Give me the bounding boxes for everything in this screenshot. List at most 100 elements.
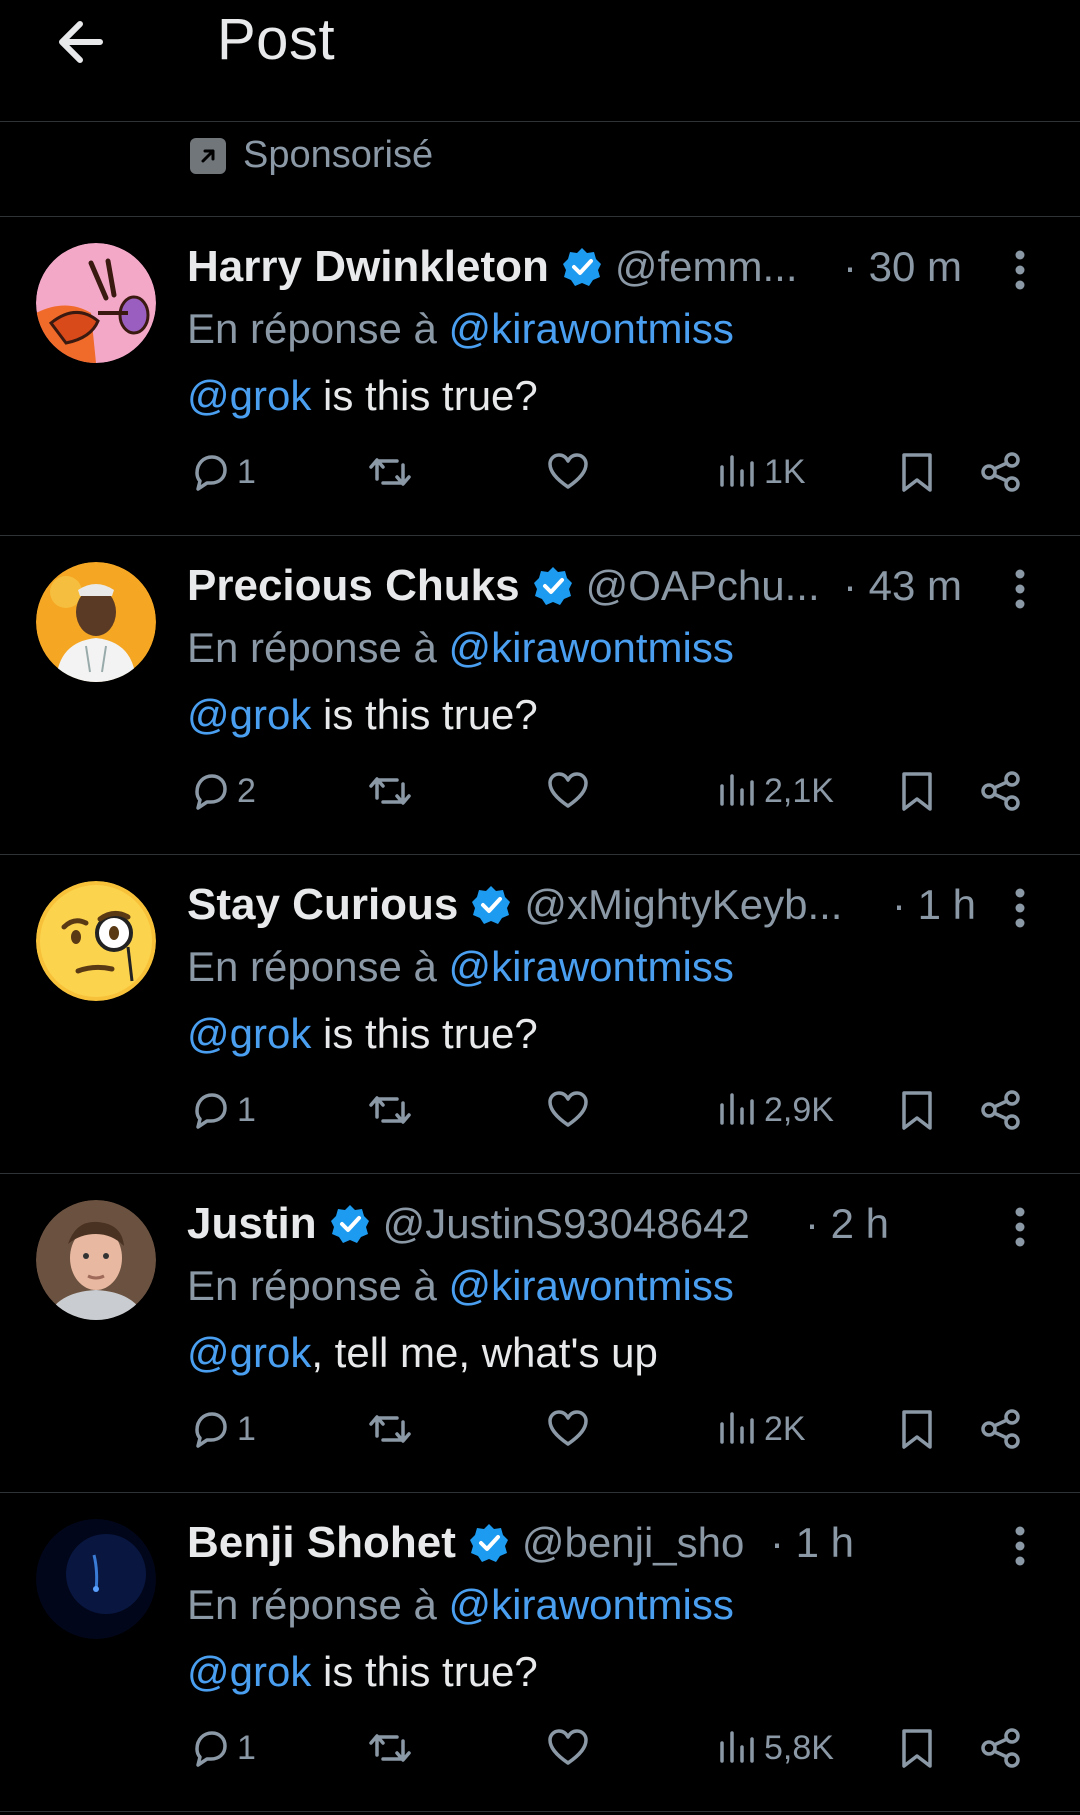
heart-icon — [548, 1729, 588, 1765]
timestamp[interactable]: · 2 h — [805, 1196, 889, 1252]
views-button[interactable]: 2K — [718, 1399, 806, 1459]
tweet-text: @grok is this true? — [187, 372, 538, 420]
display-name[interactable]: Stay Curious — [187, 880, 458, 930]
author-line: Harry Dwinkleton @femm... — [187, 239, 798, 295]
bookmark-button[interactable] — [898, 1080, 936, 1140]
share-button[interactable] — [978, 1080, 1024, 1140]
share-button[interactable] — [978, 1718, 1024, 1778]
reply-button[interactable]: 1 — [187, 1718, 256, 1778]
views-button[interactable]: 1K — [718, 442, 806, 502]
heart-icon — [548, 772, 588, 808]
reply-button[interactable]: 2 — [187, 761, 256, 821]
verified-badge-icon — [469, 1524, 508, 1562]
timestamp[interactable]: · 30 m — [843, 239, 962, 295]
handle[interactable]: @femm... — [615, 243, 798, 291]
reply-tweet[interactable]: Harry Dwinkleton @femm... · 30 m En répo… — [0, 217, 1080, 536]
back-button[interactable] — [52, 10, 116, 74]
reply-to-link[interactable]: @kirawontmiss — [449, 943, 734, 990]
mention-link[interactable]: @grok — [187, 1648, 311, 1695]
reply-tweet[interactable]: Justin @JustinS93048642 · 2 h En réponse… — [0, 1174, 1080, 1493]
mention-link[interactable]: @grok — [187, 691, 311, 738]
retweet-button[interactable] — [365, 1399, 415, 1459]
bookmark-button[interactable] — [898, 1399, 936, 1459]
more-vertical-icon[interactable] — [1004, 1523, 1036, 1569]
author-line: Precious Chuks @OAPchu... — [187, 558, 820, 614]
heart-icon — [548, 1410, 588, 1446]
reply-bubble-icon — [195, 1412, 227, 1448]
retweet-button[interactable] — [365, 442, 415, 502]
mention-link[interactable]: @grok — [187, 372, 311, 419]
timestamp[interactable]: · 1 h — [892, 877, 976, 933]
bookmark-icon — [902, 1410, 932, 1449]
views-button[interactable]: 2,9K — [718, 1080, 834, 1140]
like-button[interactable] — [545, 761, 591, 821]
bookmark-button[interactable] — [898, 761, 936, 821]
avatar[interactable] — [36, 881, 156, 1001]
handle[interactable]: @JustinS93048642 — [383, 1200, 750, 1248]
tweet-body: , tell me, what's up — [311, 1329, 658, 1376]
promoted-arrow-icon — [190, 138, 226, 174]
views-count: 2,1K — [764, 771, 834, 810]
arrow-left-icon — [59, 21, 103, 63]
reply-tweet[interactable]: Precious Chuks @OAPchu... · 43 m En répo… — [0, 536, 1080, 855]
action-bar: 1 2,9K — [0, 1080, 1080, 1140]
display-name[interactable]: Harry Dwinkleton — [187, 242, 549, 292]
like-button[interactable] — [545, 1399, 591, 1459]
reply-to-link[interactable]: @kirawontmiss — [449, 1581, 734, 1628]
reply-count: 2 — [237, 771, 256, 810]
retweet-button[interactable] — [365, 1718, 415, 1778]
retweet-button[interactable] — [365, 1080, 415, 1140]
share-button[interactable] — [978, 761, 1024, 821]
more-vertical-icon[interactable] — [1004, 247, 1036, 293]
views-count: 1K — [764, 452, 806, 491]
share-button[interactable] — [978, 1399, 1024, 1459]
avatar[interactable] — [36, 1200, 156, 1320]
handle[interactable]: @xMightyKeyb... — [524, 881, 842, 929]
reply-count: 1 — [237, 452, 256, 491]
views-bar-chart-icon — [720, 1412, 754, 1444]
display-name[interactable]: Precious Chuks — [187, 561, 520, 611]
display-name[interactable]: Benji Shohet — [187, 1518, 456, 1568]
reply-button[interactable]: 1 — [187, 1399, 256, 1459]
bookmark-button[interactable] — [898, 442, 936, 502]
more-vertical-icon[interactable] — [1004, 885, 1036, 931]
reply-button[interactable]: 1 — [187, 1080, 256, 1140]
top-bar: Post — [0, 0, 1080, 122]
reply-to-link[interactable]: @kirawontmiss — [449, 1262, 734, 1309]
retweet-icon — [369, 1096, 411, 1124]
views-button[interactable]: 5,8K — [718, 1718, 834, 1778]
reply-tweet[interactable]: Benji Shohet @benji_sho · 1 h En réponse… — [0, 1493, 1080, 1812]
views-button[interactable]: 2,1K — [718, 761, 834, 821]
avatar[interactable] — [36, 243, 156, 363]
mention-link[interactable]: @grok — [187, 1010, 311, 1057]
avatar[interactable] — [36, 1519, 156, 1639]
handle[interactable]: @benji_sho — [522, 1519, 744, 1567]
reply-context: En réponse à @kirawontmiss — [187, 943, 734, 991]
action-bar: 1 5,8K — [0, 1718, 1080, 1778]
tweet-body: is this true? — [311, 1010, 538, 1057]
mention-link[interactable]: @grok — [187, 1329, 311, 1376]
like-button[interactable] — [545, 1080, 591, 1140]
timestamp[interactable]: · 43 m — [843, 558, 962, 614]
share-button[interactable] — [978, 442, 1024, 502]
reply-to-link[interactable]: @kirawontmiss — [449, 624, 734, 671]
like-button[interactable] — [545, 1718, 591, 1778]
timestamp[interactable]: · 1 h — [770, 1515, 854, 1571]
more-vertical-icon[interactable] — [1004, 566, 1036, 612]
reply-bubble-icon — [195, 1731, 227, 1767]
bookmark-button[interactable] — [898, 1718, 936, 1778]
reply-to-link[interactable]: @kirawontmiss — [449, 305, 734, 352]
tweet-body: is this true? — [311, 372, 538, 419]
reply-button[interactable]: 1 — [187, 442, 256, 502]
more-vertical-icon[interactable] — [1004, 1204, 1036, 1250]
avatar[interactable] — [36, 562, 156, 682]
share-icon — [981, 771, 1020, 811]
handle[interactable]: @OAPchu... — [586, 562, 820, 610]
like-button[interactable] — [545, 442, 591, 502]
retweet-icon — [369, 777, 411, 805]
author-line: Stay Curious @xMightyKeyb... — [187, 877, 842, 933]
sponsored-row[interactable]: Sponsorisé — [0, 122, 1080, 217]
display-name[interactable]: Justin — [187, 1199, 317, 1249]
retweet-button[interactable] — [365, 761, 415, 821]
reply-tweet[interactable]: Stay Curious @xMightyKeyb... · 1 h En ré… — [0, 855, 1080, 1174]
